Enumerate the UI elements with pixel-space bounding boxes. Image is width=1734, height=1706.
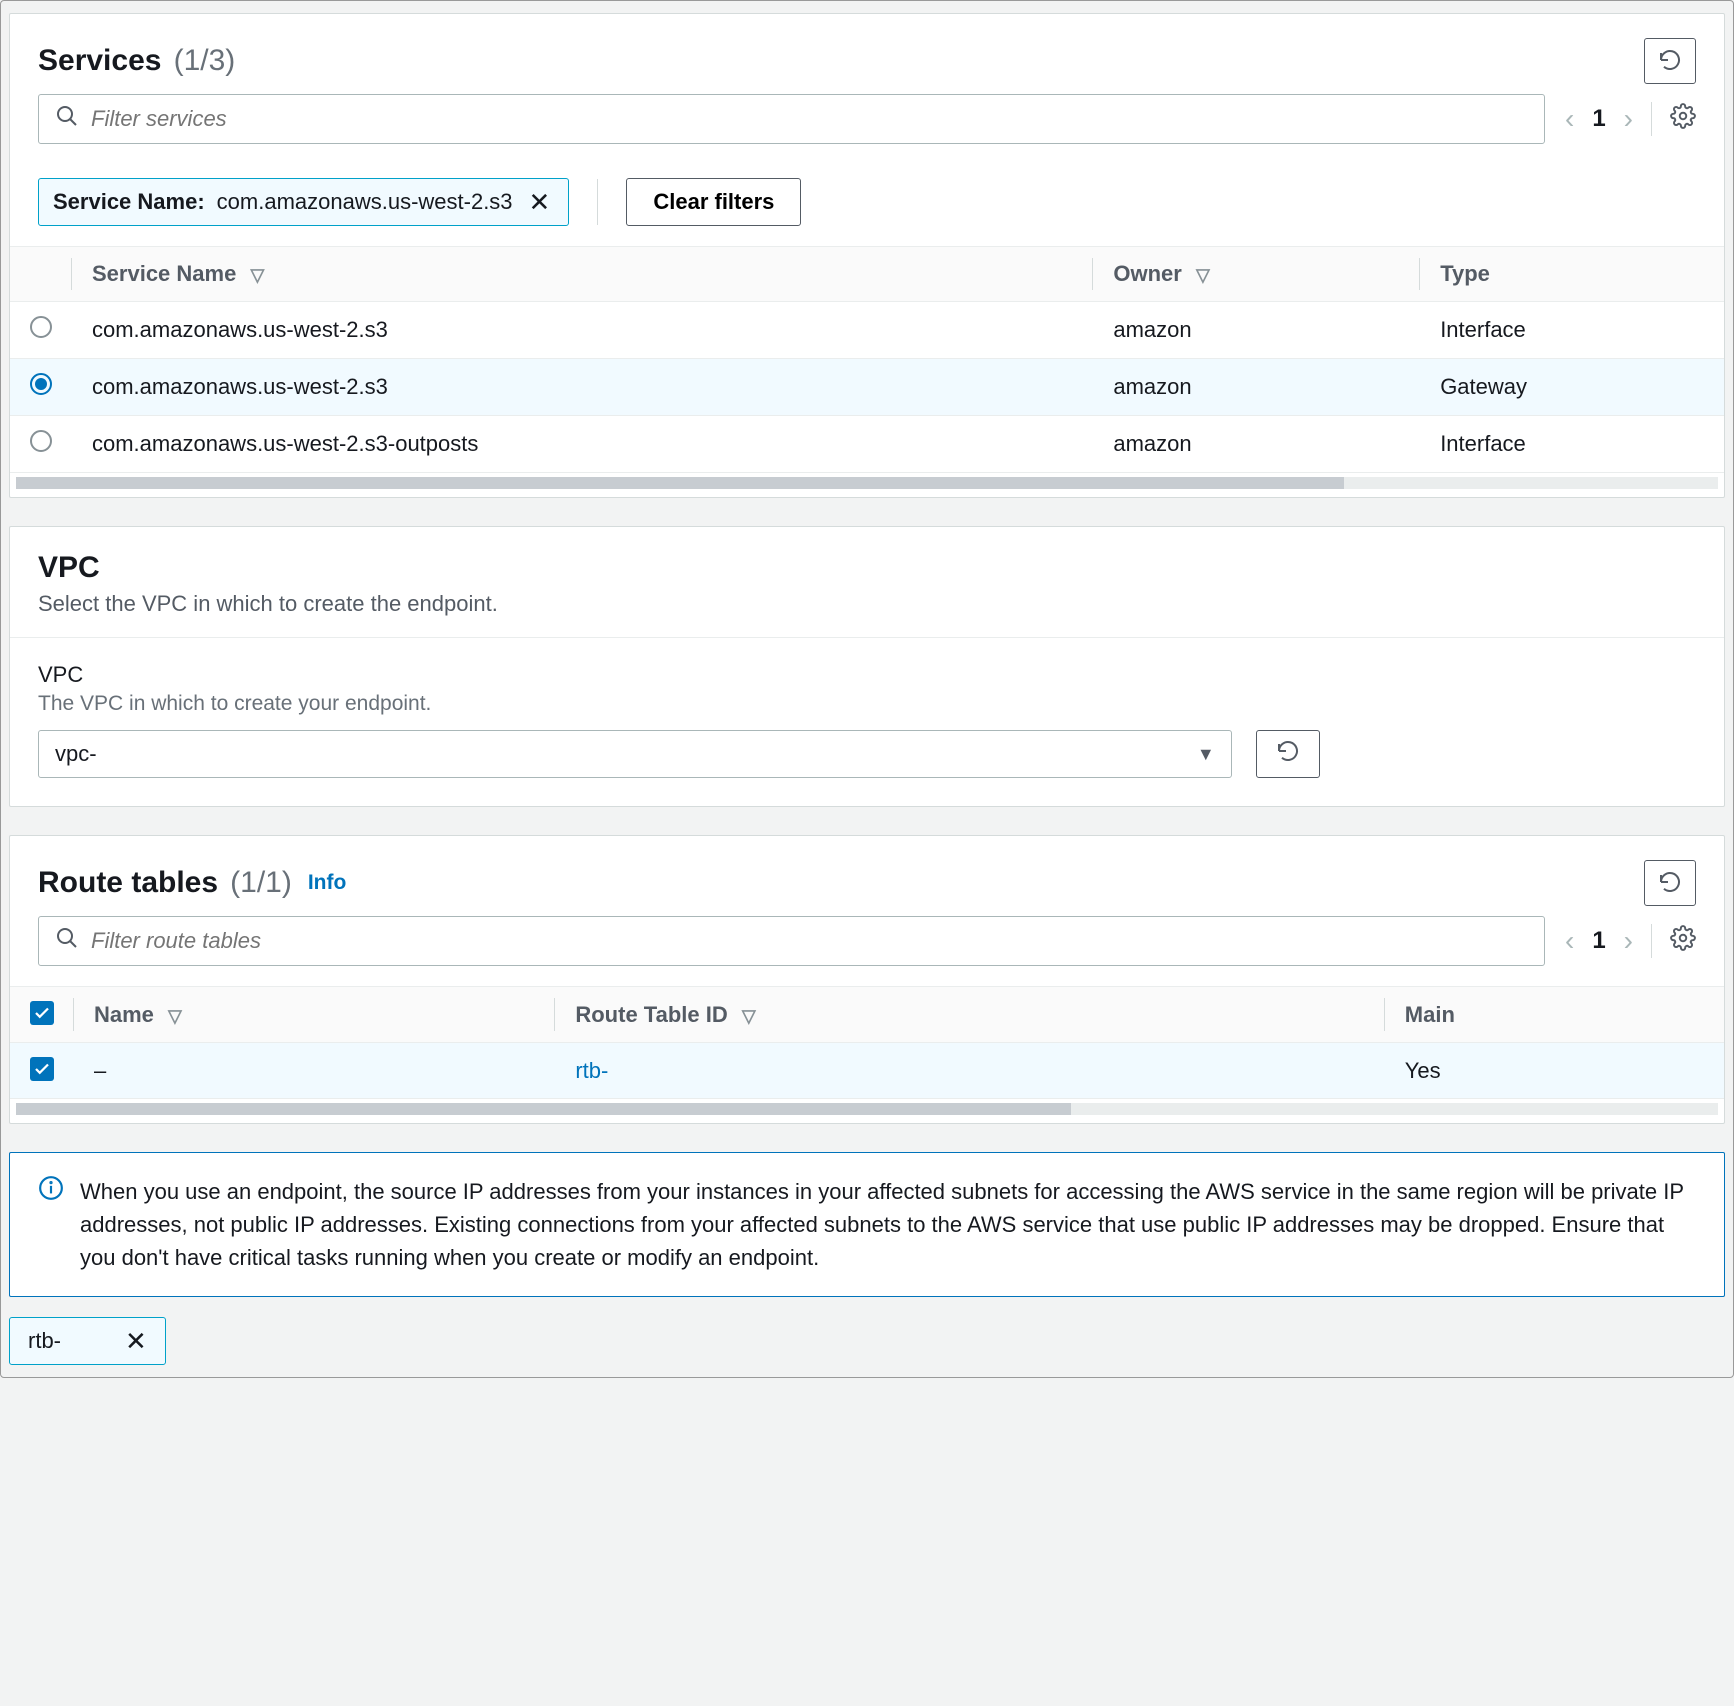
vpc-select-value: vpc- <box>55 741 97 767</box>
cell-type: Gateway <box>1420 359 1724 416</box>
routes-search[interactable] <box>38 916 1545 966</box>
vpc-refresh-button[interactable] <box>1256 730 1320 778</box>
row-radio[interactable] <box>30 373 52 395</box>
search-icon <box>55 104 91 134</box>
routes-scrollbar[interactable] <box>16 1103 1718 1115</box>
row-checkbox[interactable] <box>30 1057 54 1081</box>
refresh-icon <box>1276 739 1300 769</box>
route-tables-panel: Route tables (1/1) Info ‹ 1 › <box>9 835 1725 1124</box>
routes-refresh-button[interactable] <box>1644 860 1696 906</box>
routes-pager: ‹ 1 › <box>1565 924 1696 958</box>
filter-key: Service Name: <box>53 189 205 215</box>
routes-info-link[interactable]: Info <box>308 871 346 895</box>
sort-icon[interactable]: ▽ <box>742 1006 756 1026</box>
gear-icon[interactable] <box>1670 925 1696 957</box>
vpc-panel: VPC Select the VPC in which to create th… <box>9 526 1725 807</box>
remove-filter-icon[interactable]: ✕ <box>525 189 555 215</box>
row-radio[interactable] <box>30 430 52 452</box>
chevron-down-icon: ▼ <box>1197 744 1215 765</box>
row-radio[interactable] <box>30 316 52 338</box>
pager-next[interactable]: › <box>1624 925 1633 957</box>
services-refresh-button[interactable] <box>1644 38 1696 84</box>
col-type[interactable]: Type <box>1440 261 1490 286</box>
pager-prev[interactable]: ‹ <box>1565 925 1574 957</box>
routes-table: Name ▽ Route Table ID ▽ Main – rtb- Yes <box>10 987 1724 1099</box>
selected-route-tag: rtb- ✕ <box>9 1317 166 1365</box>
select-all-checkbox[interactable] <box>30 1001 54 1025</box>
refresh-icon <box>1658 870 1682 897</box>
cell-rtid[interactable]: rtb- <box>575 1058 608 1083</box>
pager-prev[interactable]: ‹ <box>1565 103 1574 135</box>
alert-text: When you use an endpoint, the source IP … <box>80 1175 1696 1274</box>
cell-service-name: com.amazonaws.us-west-2.s3 <box>72 302 1093 359</box>
col-service-name[interactable]: Service Name <box>92 261 236 286</box>
services-count: (1/3) <box>174 44 236 77</box>
sort-icon[interactable]: ▽ <box>168 1006 182 1026</box>
info-alert: When you use an endpoint, the source IP … <box>9 1152 1725 1297</box>
pager-next[interactable]: › <box>1624 103 1633 135</box>
cell-service-name: com.amazonaws.us-west-2.s3 <box>72 359 1093 416</box>
cell-owner: amazon <box>1093 302 1420 359</box>
filter-value: com.amazonaws.us-west-2.s3 <box>217 189 513 215</box>
cell-owner: amazon <box>1093 416 1420 473</box>
remove-tag-icon[interactable]: ✕ <box>121 1328 151 1354</box>
services-panel: Services (1/3) ‹ 1 › <box>9 13 1725 498</box>
service-row[interactable]: com.amazonaws.us-west-2.s3-outposts amaz… <box>10 416 1724 473</box>
cell-type: Interface <box>1420 302 1724 359</box>
route-row[interactable]: – rtb- Yes <box>10 1043 1724 1099</box>
vpc-subtitle: Select the VPC in which to create the en… <box>38 591 1696 617</box>
sort-icon[interactable]: ▽ <box>250 265 264 285</box>
col-main[interactable]: Main <box>1405 1002 1455 1027</box>
routes-title: Route tables <box>38 866 218 899</box>
vpc-field-label: VPC <box>38 662 1696 688</box>
refresh-icon <box>1658 48 1682 75</box>
cell-service-name: com.amazonaws.us-west-2.s3-outposts <box>72 416 1093 473</box>
services-search-input[interactable] <box>91 106 1528 132</box>
pager-current: 1 <box>1592 927 1605 955</box>
routes-search-input[interactable] <box>91 928 1528 954</box>
service-row[interactable]: com.amazonaws.us-west-2.s3 amazon Interf… <box>10 302 1724 359</box>
col-rtid[interactable]: Route Table ID <box>575 1002 727 1027</box>
services-pager: ‹ 1 › <box>1565 102 1696 136</box>
services-search[interactable] <box>38 94 1545 144</box>
search-icon <box>55 926 91 956</box>
vpc-field-sub: The VPC in which to create your endpoint… <box>38 692 1696 716</box>
routes-count: (1/1) <box>230 866 292 899</box>
services-scrollbar[interactable] <box>16 477 1718 489</box>
cell-name: – <box>74 1043 555 1099</box>
clear-filters-button[interactable]: Clear filters <box>626 178 801 226</box>
tag-label: rtb- <box>28 1328 61 1354</box>
col-owner[interactable]: Owner <box>1113 261 1181 286</box>
gear-icon[interactable] <box>1670 103 1696 135</box>
cell-main: Yes <box>1385 1043 1724 1099</box>
service-row[interactable]: com.amazonaws.us-west-2.s3 amazon Gatewa… <box>10 359 1724 416</box>
col-name[interactable]: Name <box>94 1002 154 1027</box>
vpc-title: VPC <box>38 551 1696 585</box>
services-title: Services <box>38 44 161 77</box>
cell-type: Interface <box>1420 416 1724 473</box>
info-icon <box>38 1175 64 1274</box>
vpc-select[interactable]: vpc- ▼ <box>38 730 1232 778</box>
services-table: Service Name ▽ Owner ▽ Type com.amazonaw… <box>10 247 1724 473</box>
pager-current: 1 <box>1592 105 1605 133</box>
cell-owner: amazon <box>1093 359 1420 416</box>
sort-icon[interactable]: ▽ <box>1196 265 1210 285</box>
active-filter-chip: Service Name: com.amazonaws.us-west-2.s3… <box>38 178 569 226</box>
